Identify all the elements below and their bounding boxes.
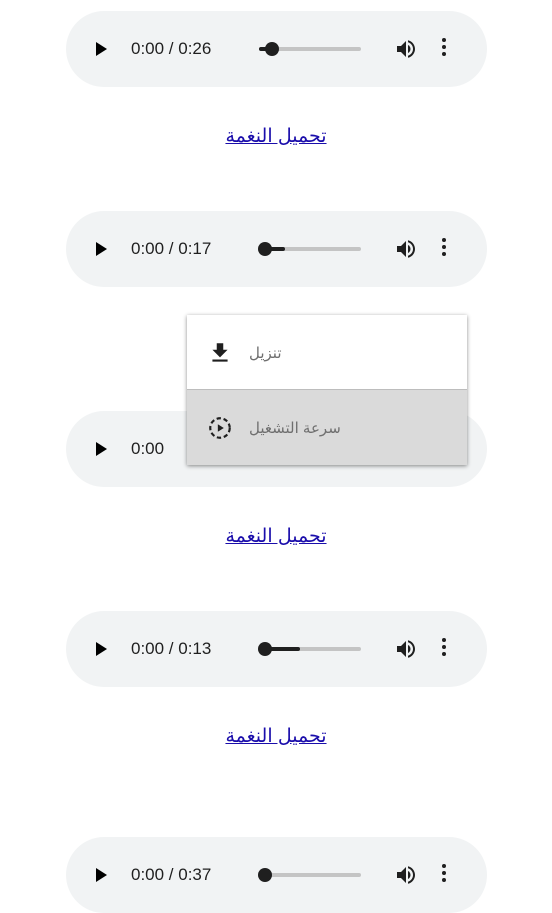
time-display: 0:00 / 0:37 [131, 865, 212, 884]
seek-bar[interactable] [258, 242, 361, 256]
volume-icon[interactable] [394, 637, 418, 661]
menu-item-label: تنزيل [249, 344, 282, 362]
seek-thumb[interactable] [258, 242, 272, 256]
audio-player: 0:00 / 0:17 [66, 211, 487, 287]
download-tone-link[interactable]: تحميل النغمة [0, 125, 552, 148]
more-options-icon[interactable] [441, 864, 447, 886]
audio-player: 0:00 / 0:26 [66, 11, 487, 87]
playback-speed-icon [209, 416, 231, 439]
play-button[interactable] [96, 42, 107, 56]
menu-item-label: سرعة التشغيل [249, 419, 341, 437]
more-options-icon[interactable] [441, 38, 447, 60]
volume-icon[interactable] [394, 237, 418, 261]
seek-thumb[interactable] [258, 868, 272, 882]
audio-player: 0:00 / 0:37 [66, 837, 487, 913]
seek-thumb[interactable] [265, 42, 279, 56]
audio-player: 0:00 / 0:13 [66, 611, 487, 687]
time-display: 0:00 / 0:26 [131, 39, 212, 58]
play-button[interactable] [96, 868, 107, 882]
menu-item-download[interactable]: تنزيل [187, 315, 467, 390]
more-options-icon[interactable] [441, 238, 447, 260]
volume-icon[interactable] [394, 863, 418, 887]
seek-bar[interactable] [258, 642, 361, 656]
seek-bar[interactable] [259, 42, 361, 56]
time-display: 0:00 [131, 439, 165, 458]
time-display: 0:00 / 0:17 [131, 239, 212, 258]
time-display: 0:00 / 0:13 [131, 639, 212, 658]
download-tone-link[interactable]: تحميل النغمة [0, 725, 552, 748]
seek-thumb[interactable] [258, 642, 272, 656]
more-options-icon[interactable] [441, 638, 447, 660]
play-button[interactable] [96, 442, 107, 456]
download-icon [212, 342, 228, 362]
volume-icon[interactable] [394, 37, 418, 61]
seek-bar[interactable] [258, 868, 361, 882]
download-tone-link[interactable]: تحميل النغمة [0, 525, 552, 548]
options-menu: تنزيل سرعة التشغيل [187, 315, 467, 465]
menu-item-playback-speed[interactable]: سرعة التشغيل [187, 389, 467, 465]
play-button[interactable] [96, 242, 107, 256]
play-button[interactable] [96, 642, 107, 656]
